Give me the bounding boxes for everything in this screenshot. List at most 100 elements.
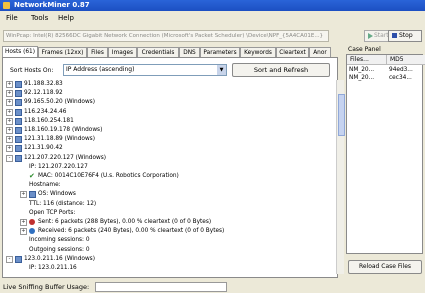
node-label: TTL: 116 (distance: 12) (29, 200, 97, 207)
expand-icon[interactable]: + (6, 136, 13, 144)
node-label: 118.160.19.178 (Windows) (24, 127, 103, 133)
stop-label: Stop (399, 32, 413, 39)
computer-icon (15, 108, 22, 116)
node-label: Sent: 6 packets (288 Bytes), 0.00 % clea… (38, 219, 212, 225)
host-detail-node[interactable]: IP: 121.207.220.127 (6, 163, 328, 171)
host-node[interactable]: +99.165.50.20 (Windows) (6, 98, 328, 107)
expand-icon[interactable]: + (6, 99, 13, 107)
sort-and-refresh-button[interactable]: Sort and Refresh (232, 63, 330, 77)
tree-scrollbar[interactable] (336, 80, 345, 274)
buffer-usage-label: Live Sniffing Buffer Usage: (3, 283, 90, 291)
sort-label: Sort Hosts On: (10, 67, 54, 74)
host-node[interactable]: +116.234.24.46 (6, 108, 328, 116)
stop-button[interactable]: Stop (388, 30, 422, 42)
node-label: IP: 123.0.211.16 (29, 265, 77, 271)
node-label: Outgoing sessions: 0 (29, 246, 90, 253)
node-label: 116.234.24.46 (24, 108, 67, 115)
node-label: 99.165.50.20 (Windows) (24, 99, 95, 106)
stop-icon (392, 33, 397, 38)
received-packets-icon (29, 228, 35, 235)
node-label: 123.0.211.16 (Windows) (24, 255, 95, 262)
node-label: 121.31.18.89 (Windows) (24, 136, 95, 143)
host-detail-node[interactable]: Outgoing sessions: 0 (6, 246, 328, 254)
status-bar: Live Sniffing Buffer Usage: (0, 280, 425, 293)
play-icon (368, 33, 373, 39)
host-detail-node[interactable]: Incoming sessions: 0 (6, 236, 328, 244)
host-detail-node[interactable]: ✔ MAC: 0014C10E76F4 (U.s. Robotics Corpor… (6, 172, 328, 180)
expand-icon[interactable]: + (20, 219, 27, 226)
host-detail-node[interactable]: Open TCP Ports: (6, 209, 328, 217)
scrollbar-thumb[interactable] (338, 94, 345, 136)
case-panel-title: Case Panel (348, 46, 381, 53)
computer-icon (15, 117, 22, 125)
node-label: 118.160.254.181 (24, 117, 74, 124)
node-label: Received: 6 packets (240 Bytes), 0.00 % … (38, 228, 225, 235)
checkmark-icon: ✔ (29, 172, 35, 180)
computer-icon (15, 127, 22, 134)
host-detail-node[interactable]: + Sent: 6 packets (288 Bytes), 0.00 % cle… (6, 218, 328, 226)
hosts-tree[interactable]: +91.188.32.83 +92.12.118.92 +99.165.50.20 … (6, 80, 328, 273)
node-label: OS: Windows (38, 191, 76, 198)
host-detail-node[interactable]: TTL: 116 (distance: 12) (6, 200, 328, 208)
reload-case-files-button[interactable]: Reload Case Files (348, 260, 422, 274)
buffer-usage-bar (95, 282, 227, 292)
node-label: IP: 121.207.220.127 (29, 163, 88, 170)
node-label: Open TCP Ports: (29, 209, 76, 216)
host-detail-node[interactable]: + OS: Windows (6, 190, 328, 199)
expand-icon[interactable]: + (6, 90, 13, 98)
expand-icon[interactable]: + (6, 145, 13, 153)
node-label: 92.12.118.92 (24, 90, 63, 97)
computer-icon (15, 99, 22, 107)
column-md5[interactable]: MD5 (387, 55, 425, 65)
case-files-grid[interactable]: Files... MD5 NM_20... 94ed3... NM_20... … (346, 54, 425, 254)
host-node[interactable]: +118.160.19.178 (Windows) (6, 126, 328, 134)
start-label: Start (374, 32, 389, 39)
sort-select[interactable]: IP Address (ascending) ▼ (63, 64, 227, 76)
title-bar: NetworkMiner 0.87 (0, 0, 425, 11)
computer-icon (29, 191, 36, 199)
computer-icon (15, 81, 22, 88)
window-title: NetworkMiner 0.87 (14, 1, 90, 9)
collapse-icon[interactable]: - (6, 255, 13, 263)
expand-icon[interactable]: + (6, 81, 13, 88)
case-file-md5: 94ed3... (389, 67, 413, 73)
expand-icon[interactable]: + (6, 117, 13, 125)
computer-icon (15, 154, 22, 162)
host-detail-node[interactable]: IP: 123.0.211.16 (6, 264, 328, 272)
host-node[interactable]: +121.31.18.89 (Windows) (6, 135, 328, 144)
expand-icon[interactable]: + (20, 191, 27, 199)
host-node[interactable]: +91.188.32.83 (6, 80, 328, 88)
node-label: 121.31.90.42 (24, 145, 63, 152)
expand-icon[interactable]: + (6, 127, 13, 134)
host-node[interactable]: - 121.207.220.127 (Windows) (6, 154, 328, 162)
menu-bar: File Tools Help (0, 12, 425, 24)
host-node[interactable]: +92.12.118.92 (6, 89, 328, 98)
computer-icon (15, 145, 22, 153)
network-adapter-select[interactable]: WinPcap: Intel(R) 82566DC Gigabit Networ… (3, 30, 329, 42)
expand-icon[interactable]: + (6, 108, 13, 116)
host-node[interactable]: +121.31.90.42 (6, 144, 328, 153)
node-label: 91.188.32.83 (24, 81, 63, 87)
computer-icon (15, 90, 22, 98)
expand-icon[interactable]: + (20, 228, 27, 236)
chevron-down-icon[interactable]: ▼ (217, 65, 226, 75)
node-label: 121.207.220.127 (Windows) (24, 154, 107, 161)
node-label: Incoming sessions: 0 (29, 237, 90, 244)
case-file-md5: cec34... (389, 75, 412, 81)
menu-help[interactable]: Help (58, 14, 74, 22)
node-label: MAC: 0014C10E76F4 (U.s. Robotics Corpora… (38, 173, 179, 179)
host-node[interactable]: - 123.0.211.16 (Windows) (6, 255, 328, 263)
host-detail-node[interactable]: + Received: 6 packets (240 Bytes), 0.00 %… (6, 227, 328, 236)
case-file-name[interactable]: NM_20... (349, 66, 374, 74)
node-label: Hostname: (29, 182, 61, 189)
case-file-name[interactable]: NM_20... (349, 74, 374, 82)
computer-icon (15, 136, 22, 144)
menu-file[interactable]: File (6, 14, 18, 22)
column-files[interactable]: Files... (347, 55, 387, 65)
host-detail-node[interactable]: Hostname: (6, 181, 328, 189)
app-icon (3, 2, 10, 9)
collapse-icon[interactable]: - (6, 154, 13, 162)
menu-tools[interactable]: Tools (31, 14, 48, 22)
host-node[interactable]: +118.160.254.181 (6, 117, 328, 125)
computer-icon (15, 255, 22, 263)
